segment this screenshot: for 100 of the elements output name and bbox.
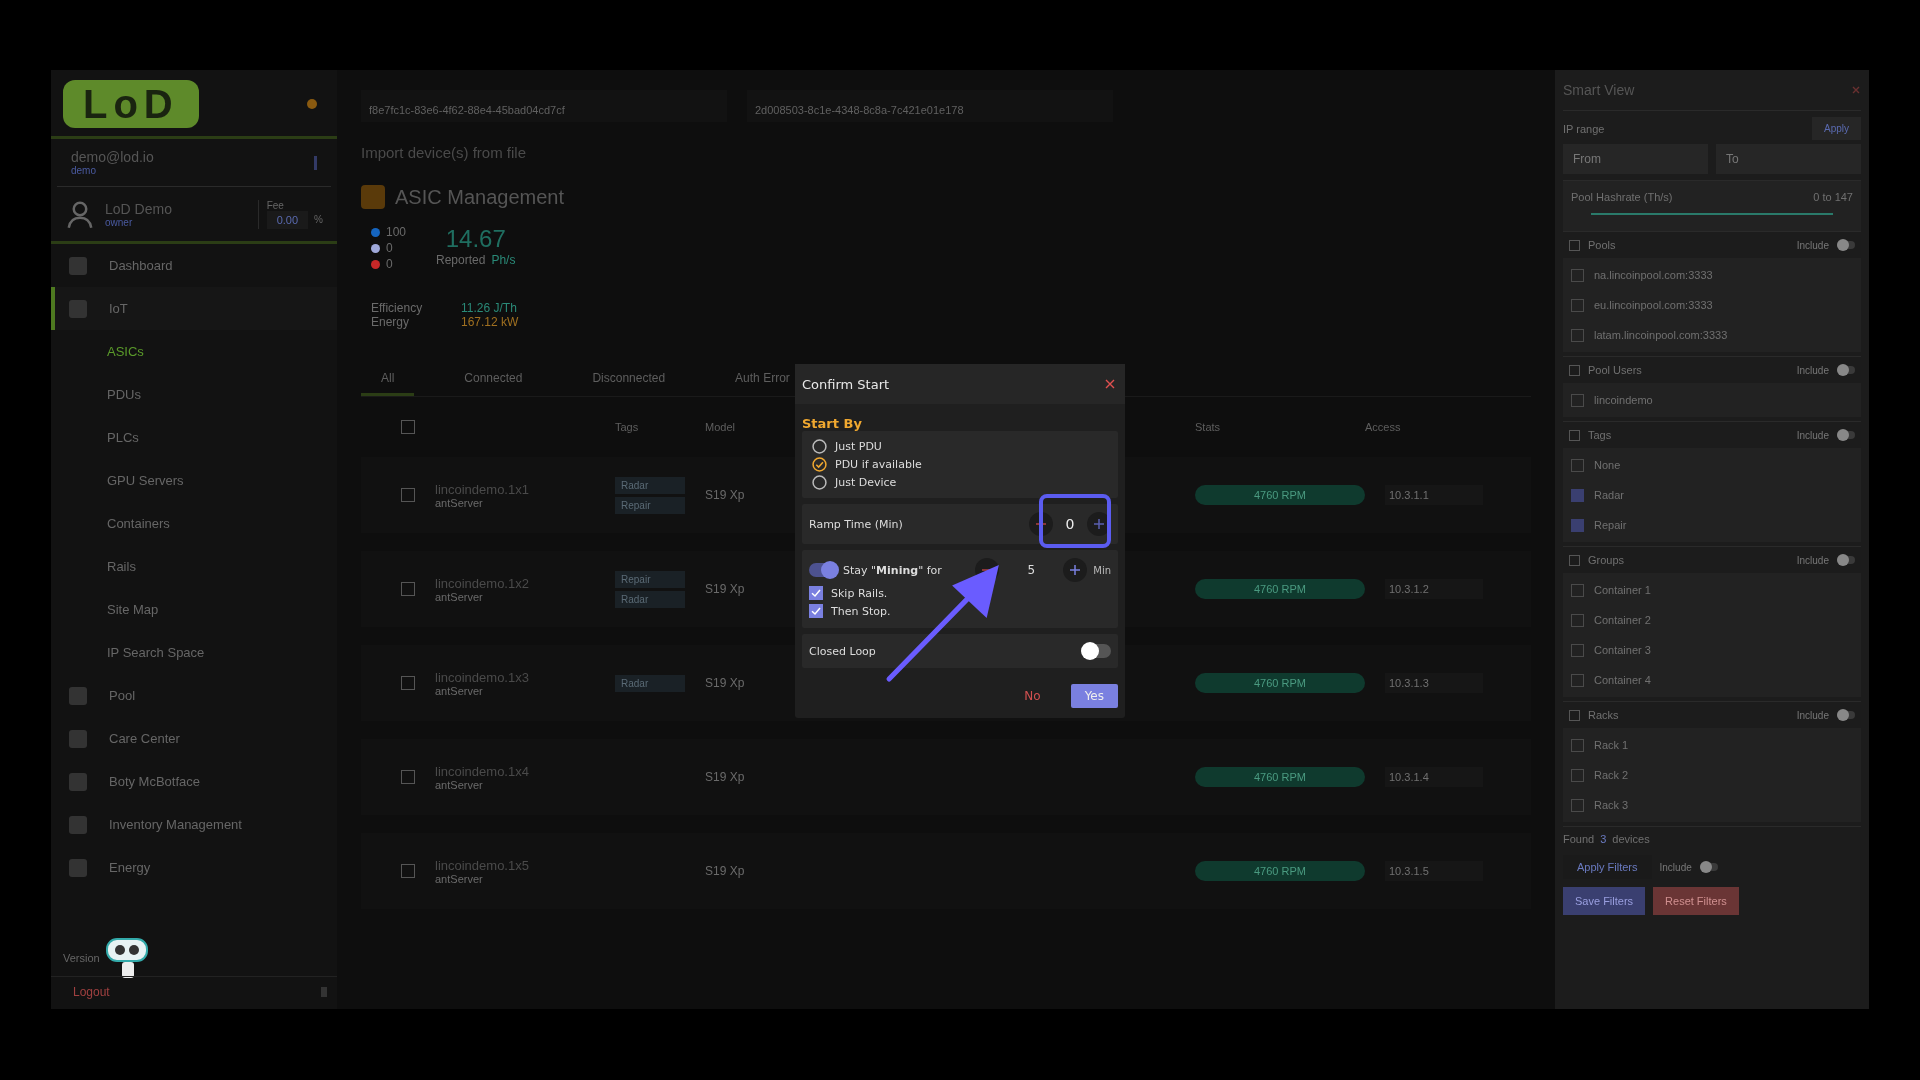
checkbox[interactable] bbox=[1569, 554, 1580, 566]
nav-subitem[interactable]: PDUs bbox=[51, 373, 337, 416]
checkbox[interactable] bbox=[401, 488, 415, 502]
nav-item[interactable]: Inventory Management bbox=[51, 803, 337, 846]
apply-button[interactable]: Apply bbox=[1812, 117, 1861, 140]
radio-option[interactable]: Just Device bbox=[812, 475, 1110, 490]
device-type: antServer bbox=[435, 684, 484, 697]
logout-link[interactable]: Logout bbox=[73, 985, 110, 999]
checkbox[interactable] bbox=[1569, 239, 1580, 251]
checkbox[interactable] bbox=[401, 864, 415, 878]
nav-item[interactable]: Energy bbox=[51, 846, 337, 889]
to-field[interactable]: To bbox=[1716, 144, 1861, 174]
nav-item[interactable]: IoT bbox=[51, 287, 337, 330]
status-count: 0 bbox=[386, 257, 393, 271]
checkbox[interactable] bbox=[1571, 328, 1584, 342]
checkbox[interactable] bbox=[401, 676, 415, 690]
checkbox[interactable] bbox=[1569, 364, 1580, 376]
nav-subitem[interactable]: Site Map bbox=[51, 588, 337, 631]
checkbox[interactable] bbox=[401, 770, 415, 784]
checkbox[interactable] bbox=[1571, 738, 1584, 752]
radio-option[interactable]: PDU if available bbox=[812, 457, 1110, 472]
no-button[interactable]: No bbox=[1010, 684, 1055, 708]
yes-button[interactable]: Yes bbox=[1070, 684, 1118, 708]
filter-option: eu.lincoinpool.com:3333 bbox=[1594, 299, 1713, 311]
include-label: Include bbox=[1796, 554, 1829, 566]
filter-option: None bbox=[1594, 459, 1621, 471]
toggle-switch[interactable] bbox=[1837, 241, 1855, 249]
checkbox[interactable] bbox=[1571, 673, 1584, 687]
checkbox[interactable] bbox=[1571, 458, 1584, 472]
status-count: 0 bbox=[386, 241, 393, 255]
checkbox-option[interactable]: Then Stop. bbox=[809, 604, 1111, 618]
fee-unit: % bbox=[314, 214, 323, 225]
ip-field: 10.3.1.4 bbox=[1385, 767, 1483, 787]
fan-speed-pill: 4760 RPM bbox=[1195, 767, 1365, 787]
toggle-switch[interactable] bbox=[1837, 431, 1855, 439]
checkbox[interactable] bbox=[1571, 643, 1584, 657]
filter-option: Container 3 bbox=[1594, 644, 1651, 656]
from-field[interactable]: From bbox=[1563, 144, 1708, 174]
nav-subitem[interactable]: PLCs bbox=[51, 416, 337, 459]
device-name: lincoindemo.1x2 bbox=[435, 575, 530, 591]
device-type: antServer bbox=[435, 590, 484, 603]
panel-title: Smart View bbox=[1563, 82, 1635, 98]
checkbox[interactable] bbox=[1571, 488, 1584, 502]
toggle-switch[interactable] bbox=[809, 563, 837, 577]
user-icon bbox=[65, 199, 95, 229]
checkbox[interactable] bbox=[1571, 613, 1584, 627]
nav-item[interactable]: Pool bbox=[51, 674, 337, 717]
toggle-switch[interactable] bbox=[1083, 644, 1111, 658]
filter-tab[interactable]: Disconnected bbox=[572, 363, 686, 396]
checkbox-option[interactable]: Skip Rails. bbox=[809, 586, 1111, 600]
key-field: 2d008503-8c1e-4348-8c8a-7c421e01e178 bbox=[747, 90, 1113, 122]
minus-button[interactable] bbox=[1029, 512, 1053, 536]
checkbox[interactable] bbox=[1569, 429, 1580, 441]
import-heading: Import device(s) from file bbox=[361, 144, 528, 161]
dialog-title: Confirm Start bbox=[802, 376, 890, 392]
checkbox[interactable] bbox=[401, 582, 415, 596]
checkbox[interactable] bbox=[1571, 518, 1584, 532]
checkbox[interactable] bbox=[1569, 709, 1580, 721]
save-filters-button[interactable]: Save Filters bbox=[1563, 887, 1646, 915]
hashrate-filter-label: Pool Hashrate (Th/s) bbox=[1571, 191, 1673, 203]
hashrate-unit: Ph/s bbox=[491, 253, 516, 267]
ramp-time-value[interactable]: 0 bbox=[1053, 516, 1087, 532]
close-icon[interactable] bbox=[1851, 85, 1861, 95]
tag: Repair bbox=[615, 570, 685, 588]
toggle-switch[interactable] bbox=[1837, 711, 1855, 719]
nav-item[interactable]: Care Center bbox=[51, 717, 337, 760]
checkbox[interactable] bbox=[401, 420, 415, 434]
stay-mining-label: Stay "Mining" for bbox=[843, 563, 943, 577]
filter-option: Container 2 bbox=[1594, 614, 1651, 626]
checkbox[interactable] bbox=[1571, 768, 1584, 782]
nav-subitem[interactable]: IP Search Space bbox=[51, 631, 337, 674]
filter-tab[interactable]: Connected bbox=[444, 363, 543, 396]
status-count: 100 bbox=[386, 225, 407, 239]
reset-filters-button[interactable]: Reset Filters bbox=[1653, 887, 1739, 915]
stay-mining-value[interactable]: 5 bbox=[1005, 563, 1058, 577]
section-title: Racks bbox=[1588, 709, 1620, 721]
nav-subitem[interactable]: GPU Servers bbox=[51, 459, 337, 502]
nav-subitem[interactable]: Containers bbox=[51, 502, 337, 545]
toggle-switch[interactable] bbox=[1699, 863, 1718, 871]
radio-option[interactable]: Just PDU bbox=[812, 439, 1110, 454]
toggle-switch[interactable] bbox=[1837, 556, 1855, 564]
toggle-switch[interactable] bbox=[1837, 366, 1855, 374]
hashrate-label: Reported bbox=[436, 253, 486, 267]
fee-field[interactable]: 0.00 bbox=[266, 210, 309, 229]
close-icon[interactable] bbox=[1105, 379, 1115, 389]
device-type: antServer bbox=[435, 778, 484, 791]
checkbox[interactable] bbox=[1571, 583, 1584, 597]
efficiency-value: 11.26 J/Th bbox=[461, 301, 518, 315]
nav-subitem[interactable]: ASICs bbox=[51, 330, 337, 373]
filter-tab[interactable]: All bbox=[361, 363, 415, 396]
checkbox[interactable] bbox=[1571, 798, 1584, 812]
nav-item[interactable]: Dashboard bbox=[51, 244, 337, 287]
found-label: Found bbox=[1563, 833, 1595, 845]
nav-subitem[interactable]: Rails bbox=[51, 545, 337, 588]
checkbox[interactable] bbox=[1571, 298, 1584, 312]
checkbox[interactable] bbox=[1571, 393, 1584, 407]
checkbox[interactable] bbox=[1571, 268, 1584, 282]
nav-item[interactable]: Boty McBotface bbox=[51, 760, 337, 803]
user-name: LoD Demo bbox=[105, 200, 173, 217]
plus-button[interactable] bbox=[1063, 558, 1088, 582]
